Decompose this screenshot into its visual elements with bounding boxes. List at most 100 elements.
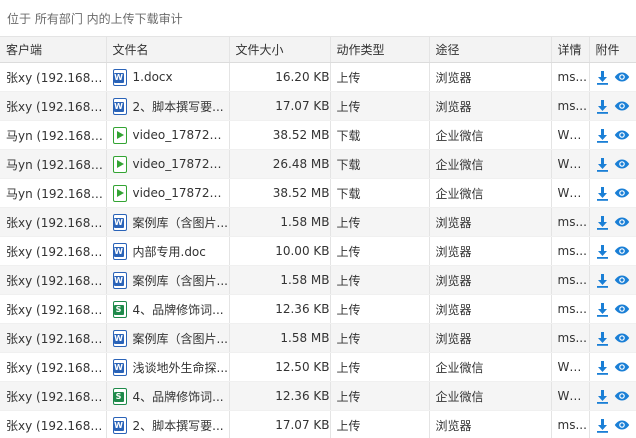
word-file-icon — [112, 416, 127, 434]
channel-cell: 企业微信 — [429, 120, 552, 150]
filename-text: 1.docx — [132, 70, 173, 84]
attachment-cell — [589, 178, 636, 208]
filesize-cell: 12.36 KB — [229, 294, 331, 324]
eye-icon[interactable] — [614, 216, 630, 228]
column-header-filesize[interactable]: 文件大小 — [229, 36, 331, 63]
client-cell: 马yn (192.168.3... — [0, 120, 107, 150]
detail-cell: ms... — [551, 410, 590, 438]
channel-cell: 浏览器 — [429, 91, 552, 121]
action-cell: 下载 — [330, 178, 430, 208]
word-file-icon — [112, 97, 127, 115]
eye-icon[interactable] — [614, 71, 630, 83]
attachment-cell — [589, 352, 636, 382]
channel-cell: 企业微信 — [429, 178, 552, 208]
eye-icon[interactable] — [614, 100, 630, 112]
client-cell: 张xy (192.168.3... — [0, 207, 107, 237]
download-icon[interactable] — [596, 302, 609, 317]
action-cell: 上传 — [330, 265, 430, 295]
table-row[interactable]: 马yn (192.168.3... video_1787297... 38.52… — [0, 178, 636, 208]
filename-cell: 2、脚本撰写要... — [106, 91, 230, 121]
detail-cell: ms... — [551, 294, 590, 324]
channel-cell: 浏览器 — [429, 236, 552, 266]
attachment-cell — [589, 120, 636, 150]
filename-text: video_1787297... — [132, 186, 229, 200]
filesize-cell: 12.50 KB — [229, 352, 331, 382]
table-row[interactable]: 张xy (192.168.3... 2、脚本撰写要... 17.07 KB 上传… — [0, 410, 636, 438]
table-row[interactable]: 张xy (192.168.3... 4、品牌修饰词... 12.36 KB 上传… — [0, 294, 636, 324]
eye-icon[interactable] — [614, 129, 630, 141]
table-row[interactable]: 张xy (192.168.3... 1.docx 16.20 KB 上传 浏览器… — [0, 62, 636, 92]
eye-icon[interactable] — [614, 187, 630, 199]
video-file-icon — [112, 126, 127, 144]
filesize-cell: 17.07 KB — [229, 410, 331, 438]
column-header-filename[interactable]: 文件名 — [106, 36, 230, 63]
download-icon[interactable] — [596, 418, 609, 433]
table-row[interactable]: 马yn (192.168.3... video_1787297... 26.48… — [0, 149, 636, 179]
action-cell: 上传 — [330, 236, 430, 266]
client-cell: 张xy (192.168.3... — [0, 323, 107, 353]
detail-cell: ms... — [551, 236, 590, 266]
filesize-cell: 26.48 MB — [229, 149, 331, 179]
download-icon[interactable] — [596, 331, 609, 346]
client-cell: 张xy (192.168.3... — [0, 265, 107, 295]
channel-cell: 企业微信 — [429, 381, 552, 411]
download-icon[interactable] — [596, 215, 609, 230]
detail-cell: WX... — [551, 352, 590, 382]
video-file-icon — [112, 155, 127, 173]
eye-icon[interactable] — [614, 303, 630, 315]
download-icon[interactable] — [596, 244, 609, 259]
table-row[interactable]: 张xy (192.168.3... 案例库（含图片... 1.58 MB 上传 … — [0, 323, 636, 353]
table-row[interactable]: 马yn (192.168.3... video_1787297... 38.52… — [0, 120, 636, 150]
client-cell: 张xy (192.168.3... — [0, 294, 107, 324]
filename-text: 2、脚本撰写要... — [132, 99, 224, 114]
eye-icon[interactable] — [614, 245, 630, 257]
download-icon[interactable] — [596, 128, 609, 143]
filename-text: 2、脚本撰写要... — [132, 418, 224, 433]
client-cell: 马yn (192.168.3... — [0, 178, 107, 208]
table-row[interactable]: 张xy (192.168.3... 2、脚本撰写要... 17.07 KB 上传… — [0, 91, 636, 121]
channel-cell: 企业微信 — [429, 149, 552, 179]
attachment-cell — [589, 62, 636, 92]
action-cell: 上传 — [330, 352, 430, 382]
download-icon[interactable] — [596, 273, 609, 288]
eye-icon[interactable] — [614, 361, 630, 373]
table-row[interactable]: 张xy (192.168.3... 4、品牌修饰词... 12.36 KB 上传… — [0, 381, 636, 411]
action-cell: 下载 — [330, 149, 430, 179]
action-cell: 上传 — [330, 410, 430, 438]
eye-icon[interactable] — [614, 274, 630, 286]
detail-cell: WX... — [551, 178, 590, 208]
eye-icon[interactable] — [614, 332, 630, 344]
filesize-cell: 38.52 MB — [229, 120, 331, 150]
word-file-icon — [112, 242, 127, 260]
column-header-client[interactable]: 客户端 — [0, 36, 107, 63]
column-header-action[interactable]: 动作类型 — [330, 36, 430, 63]
table-row[interactable]: 张xy (192.168.3... 案例库（含图片... 1.58 MB 上传 … — [0, 207, 636, 237]
column-header-attachment[interactable]: 附件 — [589, 36, 636, 63]
filename-text: video_1787297... — [132, 157, 229, 171]
table-row[interactable]: 张xy (192.168.3... 内部专用.doc 10.00 KB 上传 浏… — [0, 236, 636, 266]
download-icon[interactable] — [596, 157, 609, 172]
table-row[interactable]: 张xy (192.168.3... 浅谈地外生命探... 12.50 KB 上传… — [0, 352, 636, 382]
eye-icon[interactable] — [614, 419, 630, 431]
excel-file-icon — [112, 387, 127, 405]
detail-cell: WX... — [551, 381, 590, 411]
eye-icon[interactable] — [614, 390, 630, 402]
download-icon[interactable] — [596, 99, 609, 114]
eye-icon[interactable] — [614, 158, 630, 170]
filename-cell: 2、脚本撰写要... — [106, 410, 230, 438]
download-icon[interactable] — [596, 389, 609, 404]
table-row[interactable]: 张xy (192.168.3... 案例库（含图片... 1.58 MB 上传 … — [0, 265, 636, 295]
download-icon[interactable] — [596, 70, 609, 85]
download-icon[interactable] — [596, 360, 609, 375]
column-header-channel[interactable]: 途径 — [429, 36, 552, 63]
word-file-icon — [112, 271, 127, 289]
download-icon[interactable] — [596, 186, 609, 201]
channel-cell: 浏览器 — [429, 62, 552, 92]
detail-cell: ms... — [551, 207, 590, 237]
action-cell: 上传 — [330, 381, 430, 411]
filename-cell: 内部专用.doc — [106, 236, 230, 266]
filename-cell: 案例库（含图片... — [106, 265, 230, 295]
column-header-detail[interactable]: 详情 — [551, 36, 590, 63]
filename-cell: 4、品牌修饰词... — [106, 294, 230, 324]
client-cell: 张xy (192.168.3... — [0, 236, 107, 266]
